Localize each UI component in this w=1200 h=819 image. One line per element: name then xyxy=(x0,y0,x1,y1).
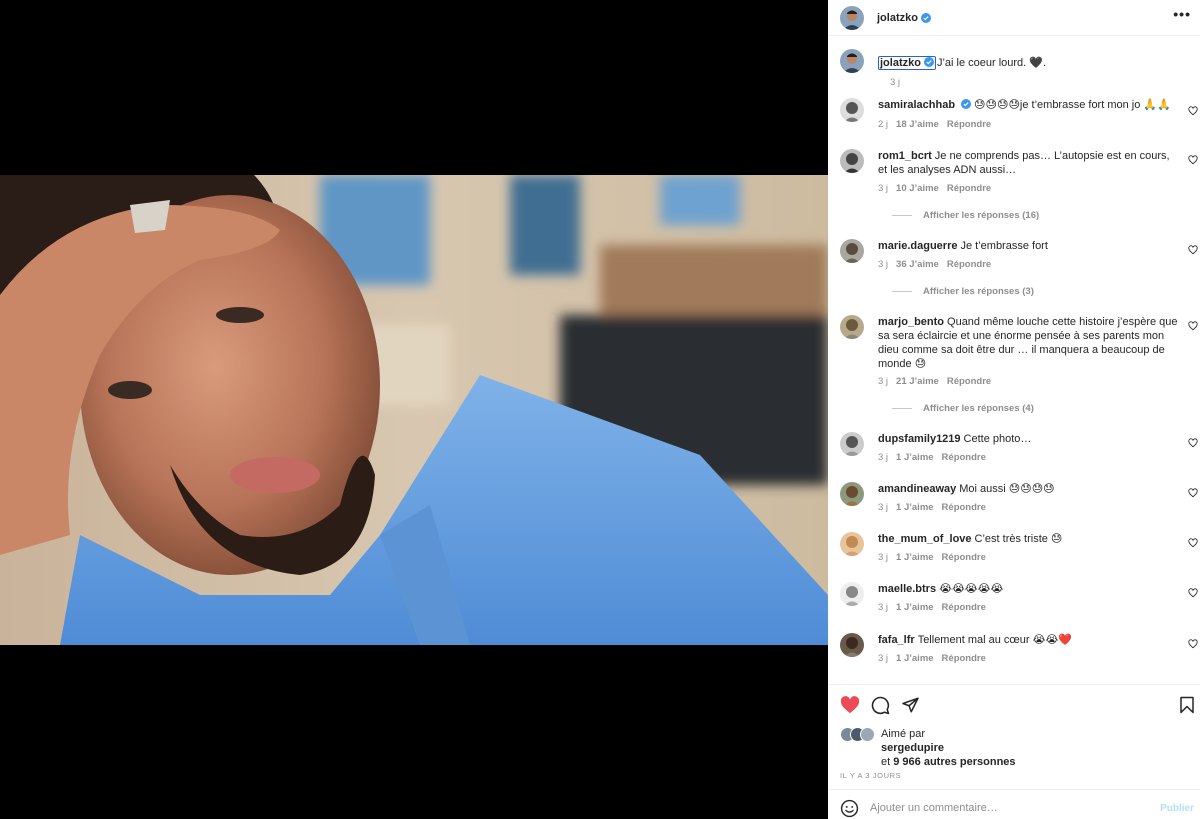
author-avatar[interactable] xyxy=(840,49,864,73)
comment-username[interactable]: marjo_bento xyxy=(878,316,944,328)
comment-username[interactable]: dupsfamily1219 xyxy=(878,433,961,445)
commenter-avatar[interactable] xyxy=(840,315,864,339)
heart-icon[interactable] xyxy=(1188,155,1198,165)
commenter-avatar[interactable] xyxy=(840,432,864,456)
publish-button[interactable]: Publier xyxy=(1160,803,1194,814)
comment-text: maelle.btrs 😭😭😭😭😭 xyxy=(878,583,1004,595)
commenter-avatar[interactable] xyxy=(840,149,864,173)
verified-icon xyxy=(961,99,972,109)
comment-likes[interactable]: 1 J’aime xyxy=(896,452,934,463)
bookmark-icon[interactable] xyxy=(1179,696,1195,714)
liker-avatar xyxy=(860,727,875,742)
comment-meta: 3 j 10 J’aime Répondre xyxy=(878,183,992,194)
comment-username[interactable]: samiralachhab xyxy=(878,99,955,111)
comment-text: marie.daguerre Je t’embrasse fort xyxy=(878,240,1048,252)
reply-button[interactable]: Répondre xyxy=(947,259,991,270)
comment-likes[interactable]: 18 J’aime xyxy=(896,119,939,130)
emoji-icon[interactable] xyxy=(840,799,859,818)
comment-likes[interactable]: 36 J’aime xyxy=(896,259,939,270)
comment-text: marjo_bento Quand même louche cette histo… xyxy=(878,316,1178,370)
comments-list[interactable]: jolatzko J’ai le coeur lourd. 🖤. 3 j sami… xyxy=(828,38,1200,683)
comment-likes[interactable]: 1 J’aime xyxy=(896,502,934,513)
caption-username[interactable]: jolatzko xyxy=(878,56,936,70)
reply-button[interactable]: Répondre xyxy=(947,376,991,387)
caption-text: jolatzko J’ai le coeur lourd. 🖤. xyxy=(878,56,1188,70)
post-header: jolatzko ••• xyxy=(828,0,1200,36)
comment-icon[interactable] xyxy=(871,696,890,715)
reply-button[interactable]: Répondre xyxy=(942,653,986,664)
comment-likes[interactable]: 21 J’aime xyxy=(896,376,939,387)
comment-meta: 3 j1 J’aime Répondre xyxy=(878,602,986,613)
comment-meta: 3 j1 J’aime Répondre xyxy=(878,502,986,513)
replies-line xyxy=(892,408,912,409)
post-media xyxy=(0,0,828,819)
heart-icon[interactable] xyxy=(1188,245,1198,255)
commenter-avatar[interactable] xyxy=(840,532,864,556)
comments-panel: jolatzko ••• jolatzko J’ai le coeur lourd… xyxy=(828,0,1200,819)
commenter-avatar[interactable] xyxy=(840,98,864,122)
reply-button[interactable]: Répondre xyxy=(947,119,991,130)
verified-icon xyxy=(923,57,934,67)
comment-meta: 3 j1 J’aime Répondre xyxy=(878,552,986,563)
liker-username[interactable]: sergedupire xyxy=(881,742,944,754)
view-replies-button[interactable]: Afficher les réponses (4) xyxy=(892,403,1034,414)
add-comment-input[interactable] xyxy=(870,800,1140,816)
commenter-avatar[interactable] xyxy=(840,482,864,506)
author-avatar[interactable] xyxy=(840,5,864,30)
commenter-avatar[interactable] xyxy=(840,582,864,606)
comment-text: amandineaway Moi aussi 😓😓😓😓 xyxy=(878,483,1055,495)
caption-timestamp: 3 j xyxy=(890,77,901,88)
heart-icon[interactable] xyxy=(1188,538,1198,548)
comment-username[interactable]: fafa_lfr xyxy=(878,634,915,646)
comment-text: samiralachhab 😓😓😓😓je t’embrasse fort mon … xyxy=(878,99,1171,111)
comment-likes[interactable]: 1 J’aime xyxy=(896,602,934,613)
comment-text: fafa_lfr Tellement mal au cœur 😭😭❤️ xyxy=(878,634,1073,646)
replies-line xyxy=(892,215,912,216)
replies-line xyxy=(892,291,912,292)
comment-likes[interactable]: 10 J’aime xyxy=(896,183,939,194)
more-options-button[interactable]: ••• xyxy=(1173,6,1191,22)
caption-content: J’ai le coeur lourd. 🖤. xyxy=(936,57,1047,69)
comment-meta: 3 j 21 J’aime Répondre xyxy=(878,376,992,387)
like-heart-icon[interactable] xyxy=(840,696,860,714)
comment-likes[interactable]: 1 J’aime xyxy=(896,552,934,563)
liker-avatars[interactable] xyxy=(840,727,880,743)
comment-likes[interactable]: 1 J’aime xyxy=(896,653,934,664)
comment-username[interactable]: the_mum_of_love xyxy=(878,533,972,545)
comment-text: the_mum_of_love C’est très triste 😓 xyxy=(878,533,1063,545)
reply-button[interactable]: Répondre xyxy=(947,183,991,194)
heart-icon[interactable] xyxy=(1188,639,1198,649)
heart-icon[interactable] xyxy=(1188,438,1198,448)
author-username[interactable]: jolatzko xyxy=(877,12,918,24)
reply-button[interactable]: Répondre xyxy=(942,502,986,513)
post-date: IL Y A 3 JOURS xyxy=(840,771,902,780)
heart-icon[interactable] xyxy=(1188,488,1198,498)
view-replies-button[interactable]: Afficher les réponses (3) xyxy=(892,286,1034,297)
heart-icon[interactable] xyxy=(1188,588,1198,598)
comment-username[interactable]: marie.daguerre xyxy=(878,240,957,252)
comment-username[interactable]: rom1_bcrt xyxy=(878,150,932,162)
commenter-avatar[interactable] xyxy=(840,239,864,263)
comment-meta: 2 j 18 J’aime Répondre xyxy=(878,119,992,130)
share-icon[interactable] xyxy=(901,696,920,714)
verified-icon xyxy=(920,12,931,23)
comment-text: rom1_bcrt Je ne comprends pas… L’autopsie… xyxy=(878,150,1170,176)
reply-button[interactable]: Répondre xyxy=(942,452,986,463)
likes-text: Aimé par sergedupire et 9 966 autres per… xyxy=(881,728,1016,768)
portrait-image xyxy=(0,175,828,645)
heart-icon[interactable] xyxy=(1188,106,1198,116)
likes-count[interactable]: 9 966 autres personnes xyxy=(893,756,1015,768)
heart-icon[interactable] xyxy=(1188,321,1198,331)
comment-username[interactable]: maelle.btrs xyxy=(878,583,936,595)
post-photo[interactable] xyxy=(0,175,828,645)
comment-meta: 3 j1 J’aime Répondre xyxy=(878,653,986,664)
comment-meta: 3 j 36 J’aime Répondre xyxy=(878,259,992,270)
reply-button[interactable]: Répondre xyxy=(942,602,986,613)
comment-username[interactable]: amandineaway xyxy=(878,483,956,495)
commenter-avatar[interactable] xyxy=(840,633,864,657)
view-replies-button[interactable]: Afficher les réponses (16) xyxy=(892,210,1039,221)
comment-text: dupsfamily1219 Cette photo… xyxy=(878,433,1032,445)
comment-meta: 3 j1 J’aime Répondre xyxy=(878,452,986,463)
reply-button[interactable]: Répondre xyxy=(942,552,986,563)
